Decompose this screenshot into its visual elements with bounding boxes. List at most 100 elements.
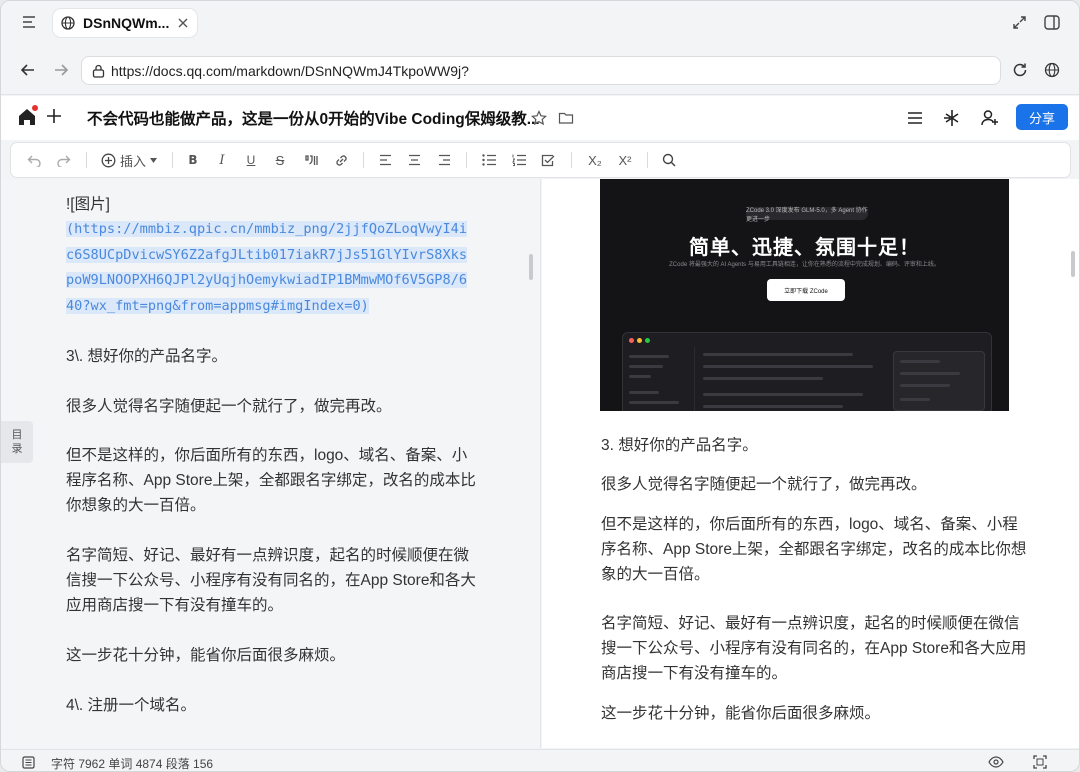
quote-button[interactable] bbox=[300, 143, 322, 177]
placeholder-line bbox=[629, 401, 679, 404]
url-bar[interactable]: https://docs.qq.com/markdown/DSnNQWmJ4Tk… bbox=[81, 56, 1001, 85]
reload-icon[interactable] bbox=[1012, 62, 1028, 78]
image-tag-text[interactable]: ![图片] bbox=[66, 192, 110, 217]
image-download-button: 立即下载 ZCode bbox=[767, 279, 845, 301]
folder-icon[interactable] bbox=[558, 110, 574, 125]
bullet-list-button[interactable] bbox=[479, 143, 499, 177]
editor-paragraph[interactable]: 很多人觉得名字随便起一个就行了，做完再改。 bbox=[66, 394, 392, 419]
strikethrough-button[interactable]: S bbox=[270, 143, 290, 177]
bold-button[interactable]: B bbox=[183, 143, 203, 177]
paragraph-line: 信搜一下公众号、小程序有没有同名的，在App Store和各大 bbox=[66, 572, 476, 589]
insert-label: 插入 bbox=[119, 153, 146, 169]
search-button[interactable] bbox=[659, 143, 679, 177]
toolbar-divider bbox=[86, 152, 87, 168]
star-icon[interactable] bbox=[531, 110, 547, 126]
add-collaborator-icon[interactable] bbox=[980, 108, 1000, 128]
editor-scrollbar[interactable] bbox=[529, 254, 533, 280]
placeholder-line bbox=[900, 372, 960, 375]
image-url-text[interactable]: (https://mmbiz.qpic.cn/mmbiz_png/2jjfQoZ… bbox=[66, 217, 468, 319]
lock-icon bbox=[92, 64, 105, 78]
new-document-icon[interactable] bbox=[46, 108, 62, 124]
placeholder-line bbox=[629, 355, 669, 358]
image-badge: ZCode 3.0 深度发布 GLM-5.0，多 Agent 协作更进一步 bbox=[746, 207, 868, 223]
ai-assistant-icon[interactable] bbox=[942, 108, 962, 128]
placeholder-line bbox=[900, 398, 930, 401]
window-dot-yellow bbox=[637, 338, 642, 343]
fullscreen-icon[interactable] bbox=[1012, 15, 1027, 30]
paragraph-line: 你想象的大一百倍。 bbox=[66, 497, 206, 514]
toolbar-divider bbox=[172, 152, 173, 168]
close-tab-icon[interactable] bbox=[177, 17, 189, 29]
preview-paragraph: 很多人觉得名字随便起一个就行了，做完再改。 bbox=[601, 476, 927, 493]
editor-paragraph[interactable]: 但不是这样的，你后面所有的东西，logo、域名、备案、小 程序名称、App St… bbox=[66, 443, 476, 518]
preview-scrollbar[interactable] bbox=[1071, 251, 1075, 277]
url-line: poW9LNOOPXH6QJPl2yUqjhOemykwiadIP1BMmwMO… bbox=[66, 272, 468, 288]
editor-paragraph[interactable]: 这一步花十分钟，能省你后面很多麻烦。 bbox=[66, 643, 345, 668]
share-button[interactable]: 分享 bbox=[1016, 104, 1068, 130]
split-view-icon[interactable] bbox=[1044, 15, 1060, 30]
paragraph-line: 序名称、App Store上架，全都跟名字绑定，改名的成本比你想 bbox=[601, 541, 1027, 558]
placeholder-line bbox=[703, 365, 873, 368]
browser-tab[interactable]: DSnNQWm... bbox=[53, 9, 197, 37]
forward-icon[interactable] bbox=[53, 62, 69, 78]
preview-paragraph: 这一步花十分钟，能省你后面很多麻烦。 bbox=[601, 705, 881, 722]
align-right-button[interactable] bbox=[434, 143, 454, 177]
align-center-button[interactable] bbox=[404, 143, 424, 177]
url-line: 40?wx_fmt=png&from=appmsg#imgIndex=0) bbox=[66, 297, 369, 314]
document-title[interactable]: 不会代码也能做产品，这是一份从0开始的Vibe Coding保姆级教... bbox=[87, 107, 540, 129]
outline-icon[interactable] bbox=[22, 756, 35, 769]
toolbar-divider bbox=[647, 152, 648, 168]
italic-button[interactable]: I bbox=[212, 143, 232, 177]
search-icon bbox=[662, 153, 676, 167]
placeholder-line bbox=[629, 375, 651, 378]
placeholder-line bbox=[703, 377, 823, 380]
add-circle-icon bbox=[101, 153, 116, 167]
tab-bar: DSnNQWm... bbox=[1, 1, 1079, 45]
eye-icon[interactable] bbox=[988, 756, 1004, 768]
toolbar-divider bbox=[466, 152, 467, 168]
numbered-list-button[interactable] bbox=[509, 143, 529, 177]
paragraph-line: 商店搜一下有没有撞车的。 bbox=[601, 665, 788, 682]
status-bar: 字符 7962 单词 4874 段落 156 bbox=[1, 749, 1079, 771]
redo-button[interactable] bbox=[52, 143, 74, 177]
placeholder-line bbox=[900, 384, 950, 387]
globe-icon bbox=[61, 16, 75, 30]
superscript-button[interactable]: X² bbox=[614, 143, 636, 177]
caret-down-icon bbox=[150, 157, 157, 163]
back-icon[interactable] bbox=[20, 62, 36, 78]
placeholder-line bbox=[703, 353, 853, 356]
fit-screen-icon[interactable] bbox=[1033, 755, 1047, 769]
editor-paragraph[interactable]: 名字简短、好记、最好有一点辨识度，起名的时候顺便在微 信搜一下公众号、小程序有没… bbox=[66, 543, 476, 618]
paragraph-line: 应用商店搜一下有没有撞车的。 bbox=[66, 597, 284, 614]
placeholder-line bbox=[703, 393, 863, 396]
site-info-globe-icon[interactable] bbox=[1044, 62, 1060, 78]
image-sidebar bbox=[623, 347, 695, 411]
tab-title: DSnNQWm... bbox=[83, 15, 169, 31]
editor-paragraph[interactable]: 4\. 注册一个域名。 bbox=[66, 693, 196, 718]
toc-label-char: 目 bbox=[11, 429, 23, 441]
toolbar-divider bbox=[571, 152, 572, 168]
menu-icon[interactable] bbox=[907, 110, 923, 126]
preview-paragraph: 3. 想好你的产品名字。 bbox=[601, 437, 758, 454]
sidebar-toggle-icon[interactable] bbox=[21, 14, 37, 30]
underline-button[interactable]: U bbox=[241, 143, 261, 177]
link-button[interactable] bbox=[330, 143, 352, 177]
table-of-contents-toggle[interactable]: 目 录 bbox=[1, 421, 33, 463]
editor-paragraph[interactable]: 3\. 想好你的产品名字。 bbox=[66, 344, 227, 369]
toolbar-divider bbox=[363, 152, 364, 168]
url-line: (https://mmbiz.qpic.cn/mmbiz_png/2jjfQoZ… bbox=[66, 221, 468, 237]
toc-label-char: 录 bbox=[11, 443, 23, 455]
align-left-button[interactable] bbox=[375, 143, 395, 177]
paragraph-line: 但不是这样的，你后面所有的东西，logo、域名、备案、小 bbox=[66, 447, 468, 464]
task-list-button[interactable] bbox=[538, 143, 558, 177]
paragraph-line: 搜一下公众号、小程序有没有同名的，在App Store和各大应用 bbox=[601, 640, 1027, 657]
undo-button[interactable] bbox=[23, 143, 45, 177]
subscript-button[interactable]: X₂ bbox=[584, 143, 606, 177]
image-subline: ZCode 将最强大的 AI Agents 与易用工具链相连，让你在熟悉的流程中… bbox=[669, 262, 940, 268]
browser-window: DSnNQWm... https://docs.qq.com/markdown/… bbox=[0, 0, 1080, 772]
insert-button[interactable]: 插入 bbox=[97, 143, 161, 177]
paragraph-line: 名字简短、好记、最好有一点辨识度，起名的时候顺便在微信 bbox=[601, 615, 1020, 632]
document-stats: 字符 7962 单词 4874 段落 156 bbox=[51, 757, 214, 771]
placeholder-line bbox=[629, 365, 663, 368]
preview-paragraph: 但不是这样的，你后面所有的东西，logo、域名、备案、小程 序名称、App St… bbox=[601, 512, 1026, 587]
